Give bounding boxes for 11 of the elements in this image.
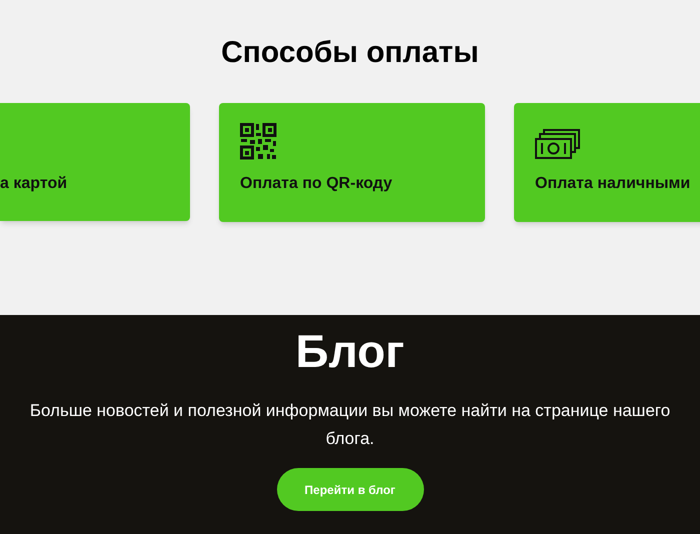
blog-description: Больше новостей и полезной информации вы можете найти на странице нашего блога.	[28, 400, 672, 450]
banknotes-icon	[535, 128, 581, 160]
payment-label: Оплата по QR-коду	[240, 174, 392, 194]
qr-code-icon	[240, 123, 277, 160]
section-title: Способы оплаты	[221, 35, 479, 71]
payment-label: а картой	[0, 174, 68, 194]
blog-title: Блог	[296, 325, 404, 377]
payment-card[interactable]: Оплата по QR-коду	[219, 103, 485, 222]
payment-label: Оплата наличными	[535, 174, 690, 194]
payment-card[interactable]: а картой	[0, 103, 190, 221]
payment-card[interactable]: Оплата наличными	[514, 103, 700, 222]
